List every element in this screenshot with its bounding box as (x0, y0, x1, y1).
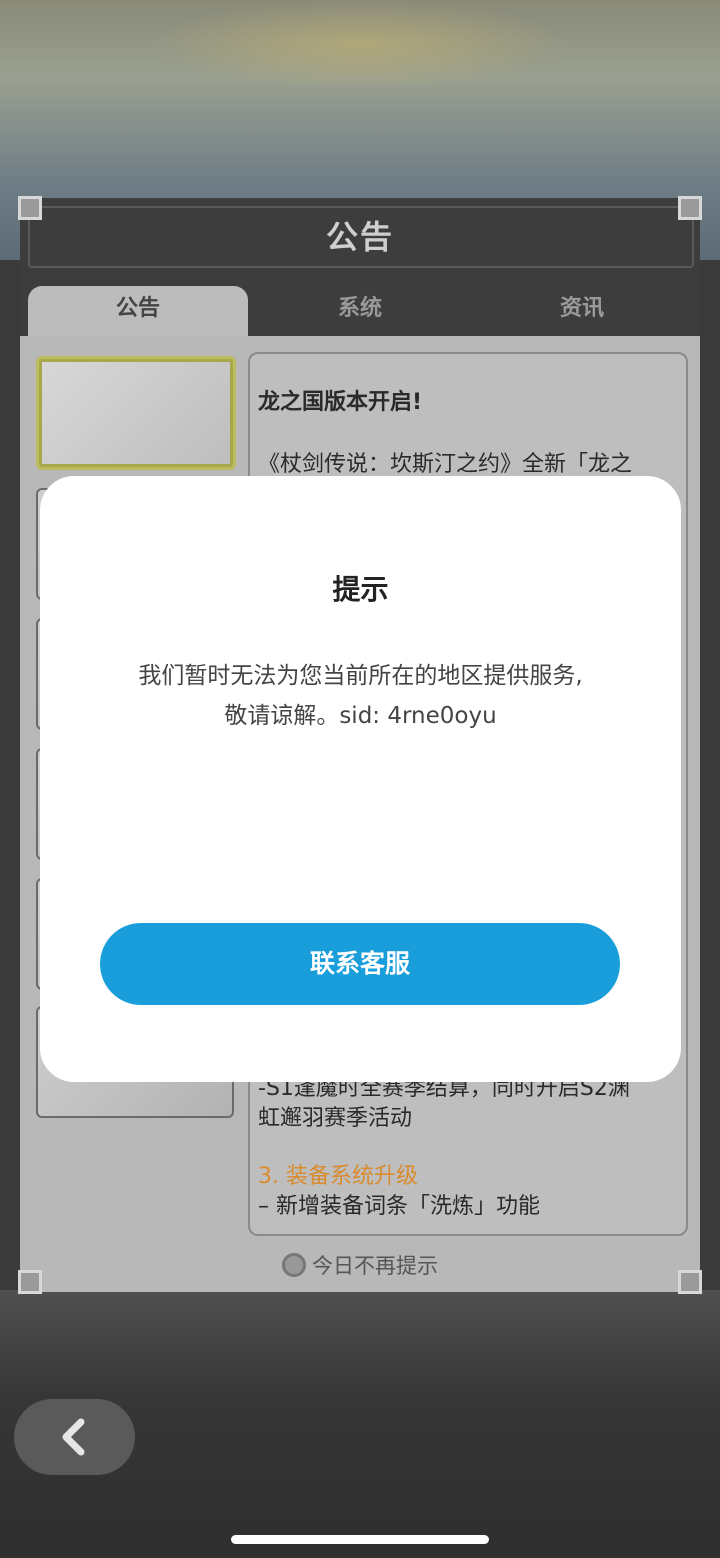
region-unavailable-dialog: 提示 我们暂时无法为您当前所在的地区提供服务, 敬请谅解。sid: 4rne0o… (40, 476, 681, 1082)
back-button[interactable] (14, 1399, 135, 1475)
dont-show-today-label: 今日不再提示 (312, 1254, 438, 1278)
dialog-message-line: 敬请谅解。sid: 4rne0oyu (224, 703, 497, 729)
announcement-thumbnail-selected[interactable] (36, 356, 236, 470)
corner-ornament-icon (678, 196, 702, 220)
dont-show-today-toggle[interactable]: 今日不再提示 (20, 1250, 700, 1280)
dialog-title: 提示 (332, 573, 389, 606)
home-indicator[interactable] (231, 1535, 489, 1544)
article-section-item: – 新增装备词条「洗炼」功能 (258, 1194, 540, 1219)
tab-system[interactable]: 系统 (250, 286, 470, 336)
radio-icon[interactable] (282, 1253, 306, 1277)
dialog-message: 我们暂时无法为您当前所在的地区提供服务, 敬请谅解。sid: 4rne0oyu (80, 656, 641, 736)
article-intro: 《杖剑传说：坎斯汀之约》全新「龙之 (258, 452, 633, 477)
corner-ornament-icon (18, 196, 42, 220)
article-section-title: 3. 装备系统升级 (258, 1164, 418, 1189)
chevron-left-icon (62, 1418, 85, 1456)
panel-title: 公告 (325, 218, 394, 256)
contact-support-button[interactable]: 联系客服 (100, 923, 620, 1005)
article-heading: 龙之国版本开启! (258, 390, 423, 415)
tab-announcement[interactable]: 公告 (28, 286, 248, 336)
tab-news[interactable]: 资讯 (472, 286, 692, 336)
article-line: 虹邂羽赛季活动 (258, 1106, 413, 1131)
dialog-message-line: 我们暂时无法为您当前所在的地区提供服务, (138, 663, 583, 689)
